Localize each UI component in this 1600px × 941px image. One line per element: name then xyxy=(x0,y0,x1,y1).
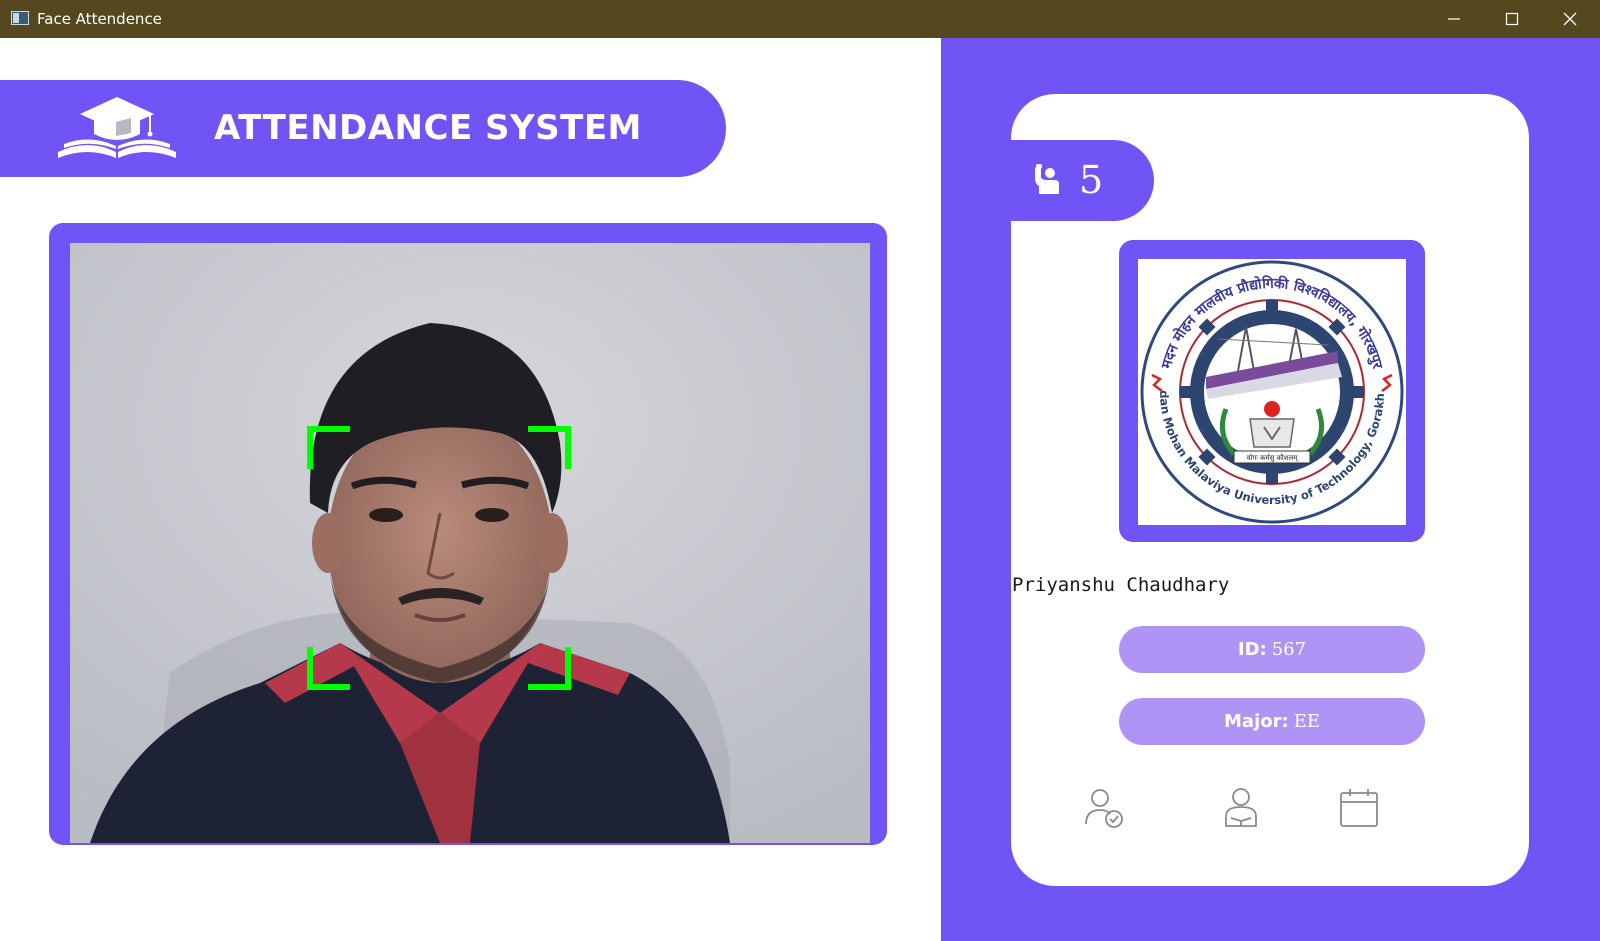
minimize-button[interactable] xyxy=(1425,0,1483,38)
student-photo-frame: योगः कर्मसु कौशलम् मदन मोहन मालवीय प्रौद… xyxy=(1119,240,1425,542)
raised-hand-person-icon xyxy=(1033,164,1061,201)
student-card: 5 योगः कर्मसु कौशलम् मदन मोहन मालवीय प्र… xyxy=(1011,94,1529,886)
student-id-label: ID: xyxy=(1237,639,1267,660)
header-banner: ATTENDANCE SYSTEM xyxy=(0,80,726,177)
student-reading-icon[interactable] xyxy=(1219,786,1263,830)
student-info-panel: 5 योगः कर्मसु कौशलम् मदन मोहन मालवीय प्र… xyxy=(941,38,1600,941)
user-check-icon[interactable] xyxy=(1083,786,1127,830)
student-major-label: Major: xyxy=(1224,711,1289,732)
page-title: ATTENDANCE SYSTEM xyxy=(214,108,642,148)
webcam-feed xyxy=(70,243,870,843)
university-logo: योगः कर्मसु कौशलम् मदन मोहन मालवीय प्रौद… xyxy=(1132,248,1406,525)
calendar-icon[interactable] xyxy=(1337,786,1381,830)
student-major-value: EE xyxy=(1293,711,1320,732)
logo-motto: योगः कर्मसु कौशलम् xyxy=(1247,453,1299,462)
maximize-icon xyxy=(1505,12,1519,26)
student-id-pill: ID: 567 xyxy=(1119,626,1425,673)
close-icon xyxy=(1563,12,1577,26)
window-titlebar: Face Attendence xyxy=(0,0,1600,38)
close-button[interactable] xyxy=(1541,0,1599,38)
minimize-icon xyxy=(1448,18,1460,20)
graduation-cap-books-icon xyxy=(54,94,180,169)
attendance-count: 5 xyxy=(1079,158,1104,202)
window-title: Face Attendence xyxy=(37,10,162,28)
camera-frame xyxy=(49,223,887,845)
student-major-pill: Major: EE xyxy=(1119,698,1425,745)
student-id-value: 567 xyxy=(1271,639,1307,660)
maximize-button[interactable] xyxy=(1483,0,1541,38)
attendance-count-badge: 5 xyxy=(1011,140,1154,221)
app-icon xyxy=(11,11,29,25)
student-name: Priyanshu Chaudhary xyxy=(1012,574,1230,596)
camera-panel: ATTENDANCE SYSTEM xyxy=(0,38,941,941)
